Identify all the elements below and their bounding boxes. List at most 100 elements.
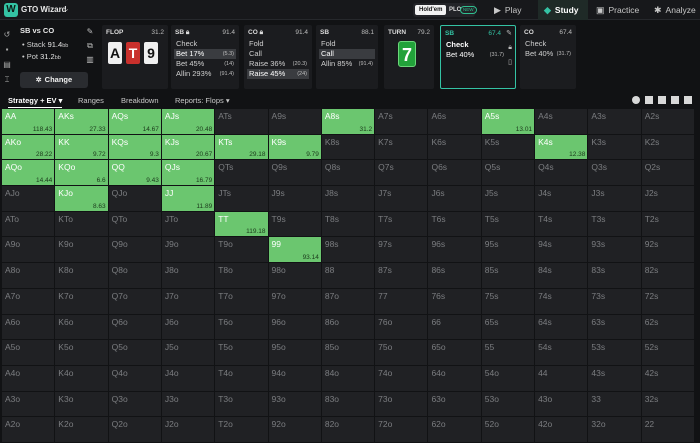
hand-cell-84o[interactable]: 84o xyxy=(321,365,375,391)
hand-cell-62o[interactable]: 62o xyxy=(428,417,481,442)
hand-cell-k2s[interactable]: K2s xyxy=(641,134,694,160)
hand-cell-94s[interactable]: 94s xyxy=(535,237,588,263)
hand-cell-q8o[interactable]: Q8o xyxy=(108,263,161,288)
hand-cell-k5o[interactable]: K5o xyxy=(55,340,108,365)
hand-cell-k3o[interactable]: K3o xyxy=(55,391,108,417)
hand-cell-53s[interactable]: 53s xyxy=(588,340,641,365)
hand-cell-q7o[interactable]: Q7o xyxy=(108,288,161,314)
hand-cell-t5s[interactable]: T5s xyxy=(481,211,535,237)
hand-cell-qq[interactable]: QQ 9.43 xyxy=(108,160,161,186)
hand-cell-a7s[interactable]: A7s xyxy=(375,109,428,134)
hand-cell-65s[interactable]: 65s xyxy=(481,314,535,340)
hand-cell-q9s[interactable]: Q9s xyxy=(268,160,321,186)
hand-cell-t8o[interactable]: T8o xyxy=(215,263,268,288)
hand-cell-43o[interactable]: 43o xyxy=(535,391,588,417)
hand-cell-k7o[interactable]: K7o xyxy=(55,288,108,314)
hand-cell-j8o[interactable]: J8o xyxy=(161,263,215,288)
turn-panel[interactable]: TURN 79.2 7 xyxy=(384,25,434,89)
hand-cell-a5s[interactable]: A5s 13.01 xyxy=(481,109,535,134)
hand-cell-k7s[interactable]: K7s xyxy=(375,134,428,160)
hand-cell-ajs[interactable]: AJs 20.48 xyxy=(161,109,215,134)
hand-cell-t7o[interactable]: T7o xyxy=(215,288,268,314)
hand-cell-j7s[interactable]: J7s xyxy=(375,186,428,211)
hand-cell-77[interactable]: 77 xyxy=(375,288,428,314)
text-cursor-icon[interactable]: ⌶ xyxy=(3,76,11,84)
pencil-icon[interactable]: ✎ xyxy=(85,27,95,41)
hand-cell-a7o[interactable]: A7o xyxy=(2,288,55,314)
palette-icon[interactable] xyxy=(632,96,640,104)
action-raise-45[interactable]: Raise 45% (24) xyxy=(247,69,309,79)
hand-cell-a6s[interactable]: A6s xyxy=(428,109,481,134)
hand-cell-86o[interactable]: 86o xyxy=(321,314,375,340)
hand-cell-66[interactable]: 66 xyxy=(428,314,481,340)
hand-cell-kqo[interactable]: KQo 6.6 xyxy=(55,160,108,186)
hand-cell-jto[interactable]: JTo xyxy=(161,211,215,237)
hand-cell-t7s[interactable]: T7s xyxy=(375,211,428,237)
action-call[interactable]: Call xyxy=(247,49,309,59)
hand-cell-j4o[interactable]: J4o xyxy=(161,365,215,391)
hand-cell-85s[interactable]: 85s xyxy=(481,263,535,288)
save-icon[interactable]: ▪ xyxy=(3,46,11,54)
nav-play[interactable]: ▶ Play xyxy=(494,0,521,20)
hand-cell-43s[interactable]: 43s xyxy=(588,365,641,391)
hand-cell-q6o[interactable]: Q6o xyxy=(108,314,161,340)
hand-cell-82s[interactable]: 82s xyxy=(641,263,694,288)
hand-cell-42o[interactable]: 42o xyxy=(535,417,588,442)
hand-cell-a9o[interactable]: A9o xyxy=(2,237,55,263)
hand-cell-76s[interactable]: 76s xyxy=(428,288,481,314)
hand-cell-j3o[interactable]: J3o xyxy=(161,391,215,417)
hand-cell-j2o[interactable]: J2o xyxy=(161,417,215,442)
hand-cell-q6s[interactable]: Q6s xyxy=(428,160,481,186)
hand-cell-93s[interactable]: 93s xyxy=(588,237,641,263)
hand-cell-73o[interactable]: 73o xyxy=(375,391,428,417)
hand-cell-kjs[interactable]: KJs 20.67 xyxy=(161,134,215,160)
hand-cell-j9s[interactable]: J9s xyxy=(268,186,321,211)
hand-cell-33[interactable]: 33 xyxy=(588,391,641,417)
hand-cell-65o[interactable]: 65o xyxy=(428,340,481,365)
hand-cell-t9o[interactable]: T9o xyxy=(215,237,268,263)
hand-cell-jj[interactable]: JJ 11.89 xyxy=(161,186,215,211)
logo[interactable]: W xyxy=(4,3,18,17)
action-bet-40[interactable]: Bet 40% (31.7) xyxy=(444,50,506,60)
hand-cell-q5s[interactable]: Q5s xyxy=(481,160,535,186)
hand-cell-q2s[interactable]: Q2s xyxy=(641,160,694,186)
hand-cell-aks[interactable]: AKs 27.33 xyxy=(55,109,108,134)
hand-cell-t3s[interactable]: T3s xyxy=(588,211,641,237)
hand-cell-j5s[interactable]: J5s xyxy=(481,186,535,211)
history-icon[interactable]: ↺ xyxy=(3,31,11,39)
hand-cell-87s[interactable]: 87s xyxy=(375,263,428,288)
hand-cell-k3s[interactable]: K3s xyxy=(588,134,641,160)
hand-cell-96s[interactable]: 96s xyxy=(428,237,481,263)
hand-cell-a2s[interactable]: A2s xyxy=(641,109,694,134)
hand-cell-j7o[interactable]: J7o xyxy=(161,288,215,314)
hand-cell-53o[interactable]: 53o xyxy=(481,391,535,417)
hand-cell-k2o[interactable]: K2o xyxy=(55,417,108,442)
tab-ranges[interactable]: Ranges xyxy=(78,94,104,108)
tab-strategy-ev[interactable]: Strategy + EV ▾ xyxy=(8,94,63,108)
hand-cell-t2o[interactable]: T2o xyxy=(215,417,268,442)
hand-cell-a2o[interactable]: A2o xyxy=(2,417,55,442)
hand-cell-ako[interactable]: AKo 28.22 xyxy=(2,134,55,160)
hand-cell-74s[interactable]: 74s xyxy=(535,288,588,314)
hand-cell-97s[interactable]: 97s xyxy=(375,237,428,263)
hand-cell-t6o[interactable]: T6o xyxy=(215,314,268,340)
hand-cell-k6s[interactable]: K6s xyxy=(428,134,481,160)
action-allin[interactable]: Allin 293% (91.4) xyxy=(174,69,236,79)
hand-cell-63o[interactable]: 63o xyxy=(428,391,481,417)
tab-breakdown[interactable]: Breakdown xyxy=(121,94,159,108)
hand-cell-92s[interactable]: 92s xyxy=(641,237,694,263)
hand-cell-83s[interactable]: 83s xyxy=(588,263,641,288)
view-list-icon[interactable] xyxy=(671,96,679,104)
hand-cell-t4o[interactable]: T4o xyxy=(215,365,268,391)
view-square-icon[interactable] xyxy=(645,96,653,104)
hand-cell-qto[interactable]: QTo xyxy=(108,211,161,237)
hand-cell-22[interactable]: 22 xyxy=(641,417,694,442)
hand-cell-54o[interactable]: 54o xyxy=(481,365,535,391)
hand-cell-52o[interactable]: 52o xyxy=(481,417,535,442)
hand-cell-k5s[interactable]: K5s xyxy=(481,134,535,160)
hand-cell-a8o[interactable]: A8o xyxy=(2,263,55,288)
hand-cell-a5o[interactable]: A5o xyxy=(2,340,55,365)
hand-cell-97o[interactable]: 97o xyxy=(268,288,321,314)
view-full-icon[interactable] xyxy=(684,96,692,104)
hand-cell-kto[interactable]: KTo xyxy=(55,211,108,237)
